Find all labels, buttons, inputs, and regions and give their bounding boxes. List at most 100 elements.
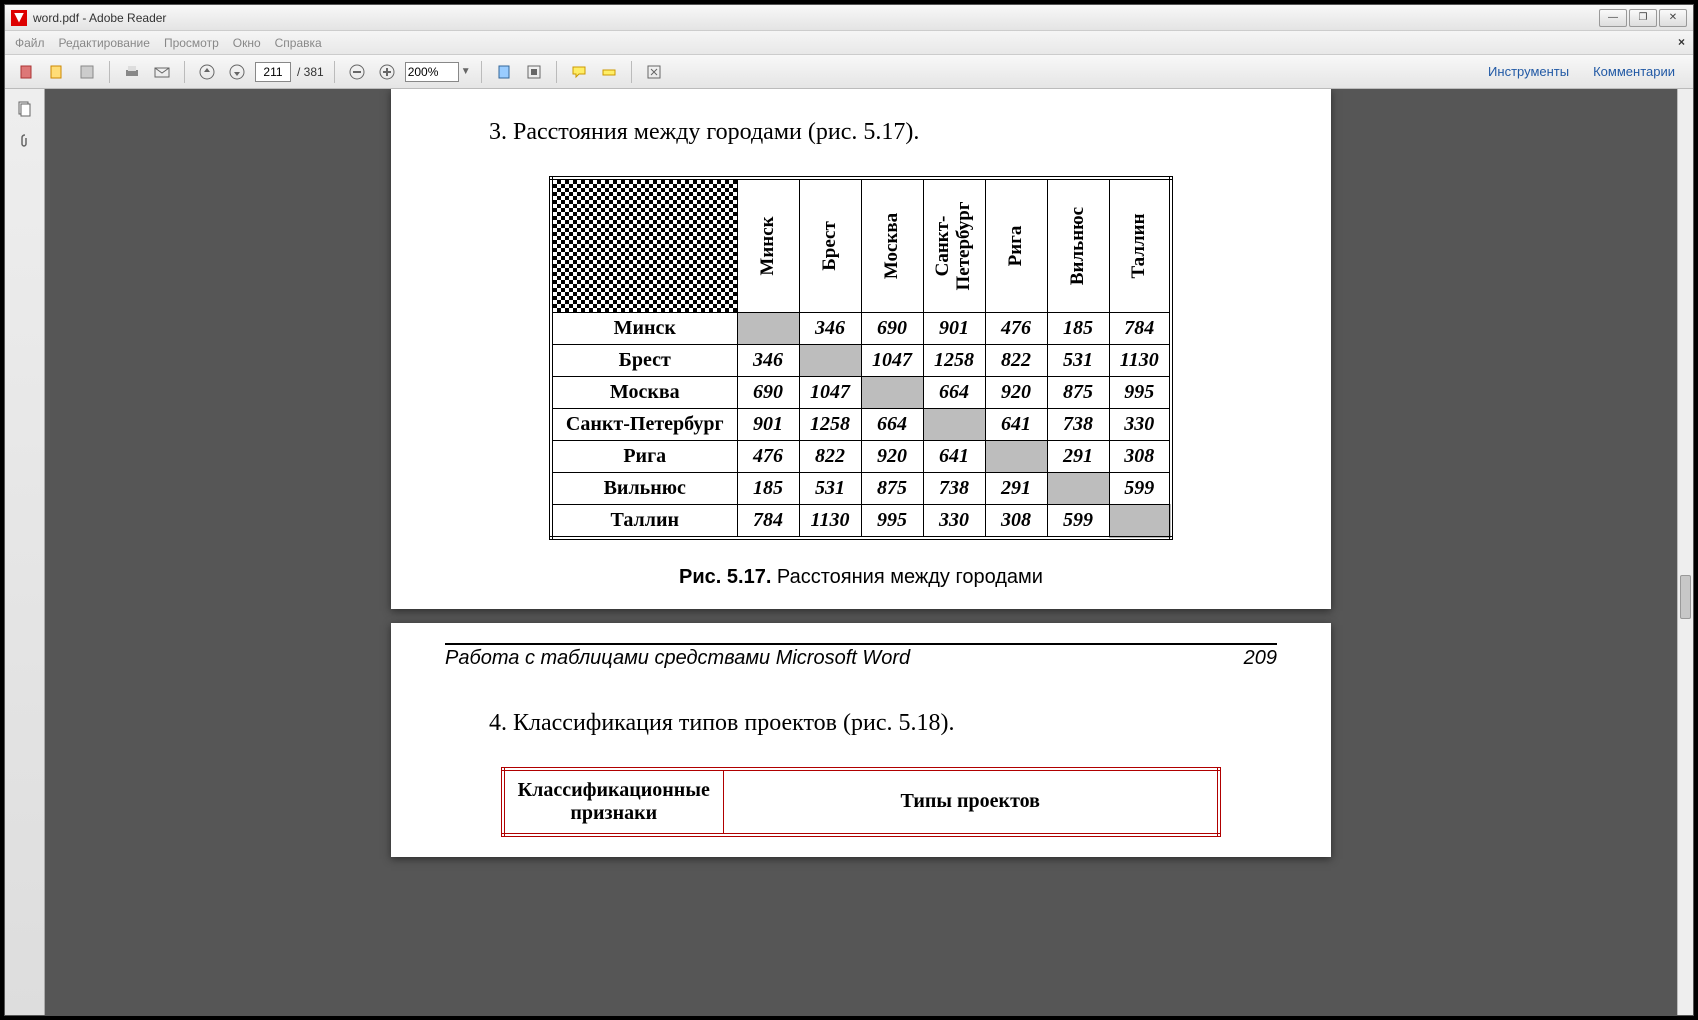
zoom-out-icon[interactable] [345, 60, 369, 84]
table-cell: 784 [1109, 312, 1171, 344]
table-row: Вильнюс185531875738291599 [551, 472, 1171, 504]
create-pdf-icon[interactable] [45, 60, 69, 84]
menu-help[interactable]: Справка [275, 36, 322, 50]
table-cell: 784 [737, 504, 799, 538]
row-header: Вильнюс [551, 472, 737, 504]
row-header: Минск [551, 312, 737, 344]
row-header: Таллин [551, 504, 737, 538]
table-cell: 185 [1047, 312, 1109, 344]
doc-close-icon[interactable]: × [1678, 35, 1685, 49]
table-row: Минск346690901476185784 [551, 312, 1171, 344]
table-cell: 1130 [1109, 344, 1171, 376]
table-row: Рига476822920641291308 [551, 440, 1171, 472]
read-mode-icon[interactable] [642, 60, 666, 84]
app-icon [11, 10, 27, 26]
table-cell: 308 [985, 504, 1047, 538]
column-header: Москва [861, 178, 923, 312]
pdf-page: Работа с таблицами средствами Microsoft … [391, 623, 1331, 857]
table-cell: 1047 [799, 376, 861, 408]
table-row: Москва6901047664920875995 [551, 376, 1171, 408]
page-down-icon[interactable] [225, 60, 249, 84]
menu-window[interactable]: Окно [233, 36, 261, 50]
maximize-button[interactable]: ❐ [1629, 9, 1657, 27]
minimize-button[interactable]: — [1599, 9, 1627, 27]
table-cell: 641 [985, 408, 1047, 440]
table-cell: 476 [985, 312, 1047, 344]
distance-table: МинскБрестМоскваСанкт- ПетербургРигаВиль… [549, 176, 1173, 540]
menu-file[interactable]: Файл [15, 36, 45, 50]
list-item-3: 3. Расстояния между городами (рис. 5.17)… [489, 119, 1277, 146]
table-row: Таллин7841130995330308599 [551, 504, 1171, 538]
row-header: Брест [551, 344, 737, 376]
table-cell: 875 [861, 472, 923, 504]
row-header: Санкт-Петербург [551, 408, 737, 440]
table-row: Брест346104712588225311130 [551, 344, 1171, 376]
table-header: Классификационные признаки [503, 769, 723, 835]
table-cell: 641 [923, 440, 985, 472]
zoom-select[interactable] [405, 62, 459, 82]
tools-panel-button[interactable]: Инструменты [1480, 60, 1577, 83]
vertical-scrollbar[interactable] [1677, 89, 1693, 1015]
highlight-icon[interactable] [597, 60, 621, 84]
column-header: Рига [985, 178, 1047, 312]
table-cell: 330 [923, 504, 985, 538]
window-title: word.pdf - Adobe Reader [33, 11, 166, 25]
menu-edit[interactable]: Редактирование [59, 36, 150, 50]
page-total: / 381 [297, 65, 324, 79]
app-window: word.pdf - Adobe Reader — ❐ ✕ Файл Редак… [4, 4, 1694, 1016]
table-cell: 599 [1047, 504, 1109, 538]
zoom-in-icon[interactable] [375, 60, 399, 84]
menu-view[interactable]: Просмотр [164, 36, 219, 50]
zoom-dropdown-icon[interactable]: ▼ [461, 66, 471, 77]
table-row: Санкт-Петербург9011258664641738330 [551, 408, 1171, 440]
comment-icon[interactable] [567, 60, 591, 84]
table-cell: 1258 [799, 408, 861, 440]
figure-caption: Рис. 5.17. Расстояния между городами [445, 566, 1277, 589]
export-pdf-icon[interactable] [15, 60, 39, 84]
table-cell: 531 [799, 472, 861, 504]
table-cell: 995 [861, 504, 923, 538]
save-icon[interactable] [75, 60, 99, 84]
fit-page-icon[interactable] [522, 60, 546, 84]
page-up-icon[interactable] [195, 60, 219, 84]
table-cell [1109, 504, 1171, 538]
column-header: Таллин [1109, 178, 1171, 312]
row-header: Москва [551, 376, 737, 408]
page-number-input[interactable] [255, 62, 291, 82]
table-cell: 291 [985, 472, 1047, 504]
email-icon[interactable] [150, 60, 174, 84]
scroll-thumb[interactable] [1680, 575, 1691, 619]
table-cell: 185 [737, 472, 799, 504]
save-copy-icon[interactable] [492, 60, 516, 84]
close-button[interactable]: ✕ [1659, 9, 1687, 27]
column-header: Минск [737, 178, 799, 312]
classification-table: Классификационные признаки Типы проектов [501, 767, 1221, 837]
thumbnails-icon[interactable] [15, 99, 35, 119]
table-cell: 346 [737, 344, 799, 376]
table-header: Типы проектов [723, 769, 1219, 835]
table-cell: 690 [737, 376, 799, 408]
table-cell: 901 [923, 312, 985, 344]
table-cell: 1130 [799, 504, 861, 538]
table-cell: 599 [1109, 472, 1171, 504]
table-cell: 822 [985, 344, 1047, 376]
table-cell: 822 [799, 440, 861, 472]
table-cell: 664 [923, 376, 985, 408]
table-cell: 531 [1047, 344, 1109, 376]
table-cell [923, 408, 985, 440]
table-cell: 1258 [923, 344, 985, 376]
table-cell: 920 [861, 440, 923, 472]
pdf-page: 3. Расстояния между городами (рис. 5.17)… [391, 89, 1331, 609]
comments-panel-button[interactable]: Комментарии [1585, 60, 1683, 83]
menubar: Файл Редактирование Просмотр Окно Справк… [5, 31, 1693, 55]
table-cell: 476 [737, 440, 799, 472]
table-cell: 738 [1047, 408, 1109, 440]
attachments-icon[interactable] [15, 131, 35, 151]
table-cell: 875 [1047, 376, 1109, 408]
table-cell: 920 [985, 376, 1047, 408]
document-viewport[interactable]: 3. Расстояния между городами (рис. 5.17)… [45, 89, 1677, 1015]
print-icon[interactable] [120, 60, 144, 84]
table-cell: 664 [861, 408, 923, 440]
table-cell: 291 [1047, 440, 1109, 472]
table-cell: 330 [1109, 408, 1171, 440]
